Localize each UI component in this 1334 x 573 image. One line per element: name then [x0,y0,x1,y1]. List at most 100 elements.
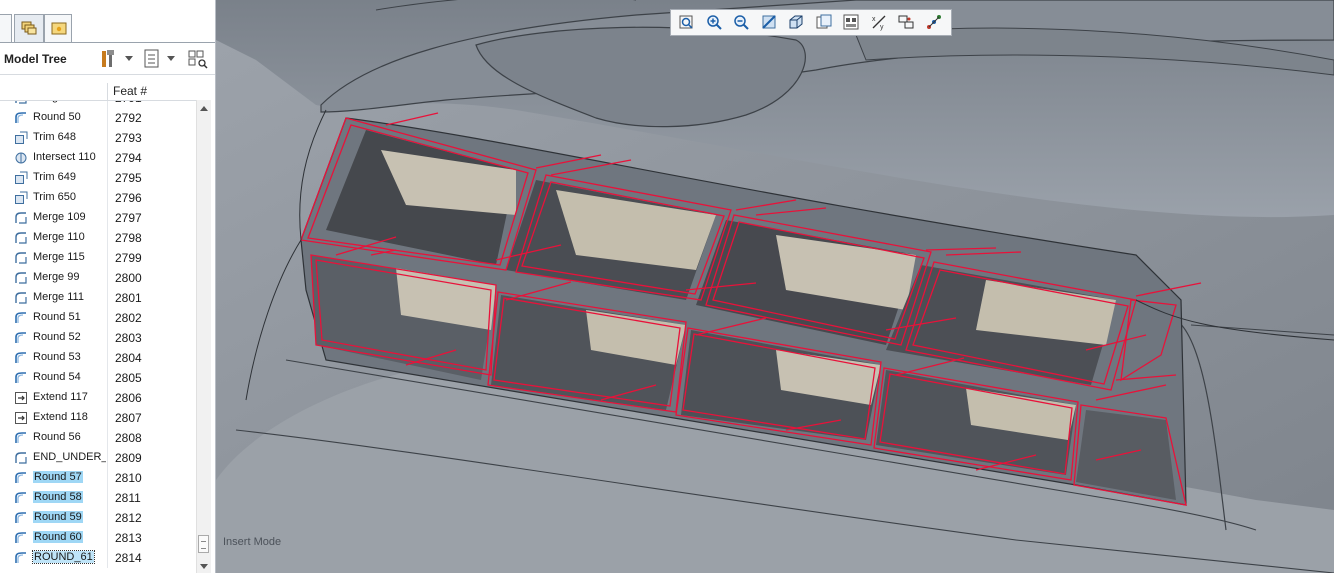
tree-columns-icon[interactable] [141,48,163,70]
merge-icon [14,251,28,265]
round-icon [14,111,28,125]
tree-row-label: Intersect 110 [33,151,96,163]
tree-row-feat-number: 2793 [115,131,142,145]
model-tree-list: Merge 1082791Round 502792Trim 6482793Int… [0,88,196,573]
tree-row[interactable]: END_UNDER_F 2809 [0,448,196,468]
tree-row[interactable]: Round 59 2812 [0,508,196,528]
tree-row-label: Trim 649 [33,171,76,183]
tree-row-feat-number: 2809 [115,451,142,465]
columns-dropdown-arrow[interactable] [167,56,175,61]
row-column-divider [107,388,108,408]
merge-icon [14,451,28,465]
tree-row[interactable]: Trim 648 2793 [0,128,196,148]
view-manager-button[interactable] [840,12,862,33]
round-icon [14,471,28,485]
tree-row-feat-number: 2798 [115,231,142,245]
tree-row-feat-number: 2800 [115,271,142,285]
datum-display-button[interactable] [895,12,917,33]
tree-row-feat-number: 2806 [115,391,142,405]
tree-row-feat-number: 2803 [115,331,142,345]
tree-row-feat-number: 2797 [115,211,142,225]
tree-row[interactable]: Round 60 2813 [0,528,196,548]
tree-row-feat-number: 2799 [115,251,142,265]
tree-row[interactable]: Merge 111 2801 [0,288,196,308]
tree-row-label: ROUND_61 [32,550,95,564]
tree-filter-icon[interactable] [187,48,209,70]
folder-browser-tab[interactable] [44,14,72,42]
row-column-divider [107,228,108,248]
round-icon [14,551,28,565]
tree-row[interactable]: Merge 99 2800 [0,268,196,288]
graphics-viewport[interactable]: xy Insert Mode [216,0,1334,573]
tree-row-label: Merge 110 [33,231,85,243]
layers-tab[interactable] [14,14,44,42]
feat-number-column-header[interactable]: Feat # [113,84,147,98]
tree-row[interactable]: Merge 109 2797 [0,208,196,228]
scroll-up-arrow[interactable] [200,106,208,111]
tree-row-label: Round 51 [33,311,81,323]
row-column-divider [107,348,108,368]
tree-row-feat-number: 2795 [115,171,142,185]
row-column-divider [107,428,108,448]
trim-icon [14,171,28,185]
model-tree-header: Model Tree [0,44,215,75]
tree-row-label: Round 60 [33,531,83,543]
tree-row[interactable]: Round 57 2810 [0,468,196,488]
scroll-down-arrow[interactable] [200,564,208,569]
annotation-display-button[interactable]: xy [868,12,890,33]
repaint-button[interactable] [758,12,780,33]
tree-row[interactable]: Round 56 2808 [0,428,196,448]
merge-icon [14,231,28,245]
extend-icon [14,411,28,425]
tree-row-label: Round 57 [33,471,83,483]
tree-row[interactable]: Merge 110 2798 [0,228,196,248]
tree-row[interactable]: Extend 118 2807 [0,408,196,428]
tree-row[interactable]: Merge 115 2799 [0,248,196,268]
tree-row[interactable]: Trim 649 2795 [0,168,196,188]
layers-icon [21,21,37,35]
scroll-thumb[interactable] [198,535,209,553]
tree-row[interactable]: Round 51 2802 [0,308,196,328]
tree-row[interactable]: Round 52 2803 [0,328,196,348]
scroll-grip [201,541,206,549]
tree-row-label: Round 59 [33,511,83,523]
tree-row-feat-number: 2808 [115,431,142,445]
svg-text:y: y [880,24,884,31]
row-column-divider [107,328,108,348]
tree-row[interactable]: Trim 650 2796 [0,188,196,208]
round-icon [14,371,28,385]
tree-row-label: END_UNDER_F [33,451,106,463]
zoom-out-button[interactable] [730,12,752,33]
row-column-divider [107,148,108,168]
datum-display-icon [898,15,914,29]
tree-row-feat-number: 2802 [115,311,142,325]
tree-row[interactable]: ROUND_61 2814 [0,548,196,568]
status-message: Insert Mode [223,536,282,548]
settings-dropdown-arrow[interactable] [125,56,133,61]
row-column-divider [107,368,108,388]
settings-tools-icon[interactable] [98,48,120,70]
tree-row[interactable]: Intersect 110 2794 [0,148,196,168]
edge-tab[interactable] [0,14,12,42]
tree-row[interactable]: Round 53 2804 [0,348,196,368]
repaint-icon [761,15,776,29]
tree-column-header: Feat # [0,83,196,101]
tree-row-label: Merge 111 [33,291,84,303]
round-icon [14,531,28,545]
saved-views-button[interactable] [813,12,835,33]
tree-row[interactable]: Round 50 2792 [0,108,196,128]
taillight-model-3d-view[interactable] [216,0,1334,573]
spin-center-button[interactable] [923,12,945,33]
zoom-in-button[interactable] [703,12,725,33]
refit-button[interactable] [675,12,697,33]
navigator-tabs [0,0,215,44]
tree-row-label: Extend 118 [33,411,88,423]
round-icon [14,331,28,345]
tree-row[interactable]: Round 58 2811 [0,488,196,508]
tree-scrollbar[interactable] [196,100,211,573]
display-style-button[interactable] [785,12,807,33]
tree-row-label: Trim 650 [33,191,76,203]
tree-row-feat-number: 2810 [115,471,142,485]
tree-row[interactable]: Extend 117 2806 [0,388,196,408]
tree-row[interactable]: Round 54 2805 [0,368,196,388]
